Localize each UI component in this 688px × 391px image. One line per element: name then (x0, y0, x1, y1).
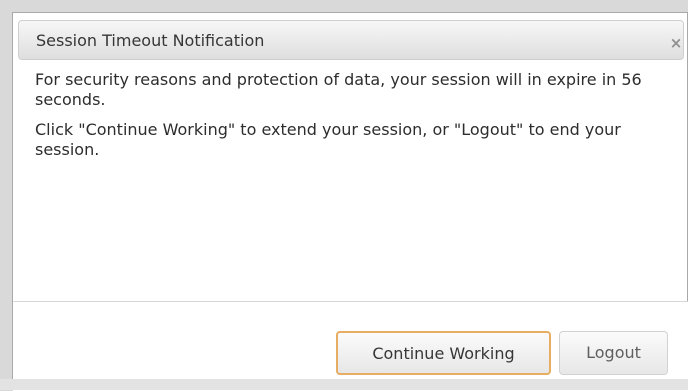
session-warning-message: For security reasons and protection of d… (35, 70, 642, 109)
continue-working-button[interactable]: Continue Working (336, 331, 551, 375)
dialog-titlebar: Session Timeout Notification (18, 20, 684, 60)
session-instruction-message: Click "Continue Working" to extend your … (35, 120, 621, 159)
logout-button[interactable]: Logout (559, 331, 668, 375)
session-timeout-dialog: Session Timeout Notification × For secur… (12, 12, 688, 391)
dialog-footer: Continue Working Logout (13, 301, 688, 391)
dialog-title: Session Timeout Notification (36, 31, 265, 50)
page-bottom-strip (0, 379, 688, 390)
close-icon[interactable]: × (666, 33, 686, 53)
